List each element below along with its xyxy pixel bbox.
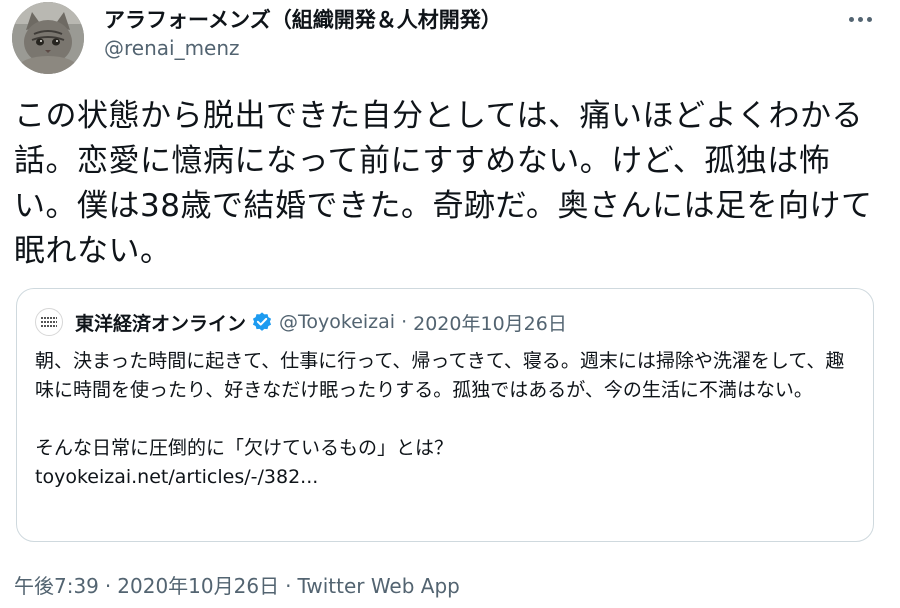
quoted-tweet-paragraph: そんな日常に圧倒的に「欠けているもの」とは？ bbox=[35, 437, 454, 459]
more-options-icon-dot bbox=[857, 16, 863, 22]
author-handle[interactable]: @renai_menz bbox=[104, 36, 240, 60]
quoted-account-name: 東洋経済オンライン bbox=[75, 312, 247, 335]
quoted-tweet-paragraph: 朝、決まった時間に起きて、仕事に行って、帰ってきて、寝る。週末には掃除や洗濯をし… bbox=[35, 350, 845, 401]
more-options-icon bbox=[848, 16, 854, 22]
quoted-separator: · bbox=[401, 311, 408, 333]
quoted-tweet-card[interactable]: 東洋経済オンライン @Toyokeizai · 2020年10月26日 朝、決ま… bbox=[16, 288, 874, 542]
tweet-metadata: 午後7:39 · 2020年10月26日 · Twitter Web App bbox=[14, 570, 460, 599]
tweet-time[interactable]: 午後7:39 bbox=[14, 574, 99, 598]
quoted-tweet-header: 東洋経済オンライン @Toyokeizai · 2020年10月26日 bbox=[35, 308, 567, 336]
quoted-tweet-body: 朝、決まった時間に起きて、仕事に行って、帰ってきて、寝る。週末には掃除や洗濯をし… bbox=[35, 347, 855, 492]
cat-photo-avatar bbox=[12, 2, 84, 74]
author-display-name[interactable]: アラフォーメンズ（組織開発＆人材開発） bbox=[104, 4, 502, 34]
quoted-tweet-date[interactable]: 2020年10月26日 bbox=[413, 309, 567, 336]
author-avatar[interactable] bbox=[12, 2, 84, 74]
quoted-tweet-link[interactable]: toyokeizai.net/articles/-/382... bbox=[35, 463, 855, 492]
quoted-account-avatar bbox=[35, 308, 63, 336]
meta-separator: · bbox=[285, 574, 292, 598]
verified-badge-icon bbox=[252, 312, 272, 331]
tweet-date[interactable]: 2020年10月26日 bbox=[117, 574, 279, 598]
more-options-button[interactable] bbox=[842, 4, 878, 34]
tweet-source-link[interactable]: Twitter Web App bbox=[297, 574, 459, 598]
more-options-icon-dot bbox=[866, 16, 872, 22]
quoted-account-handle: @Toyokeizai bbox=[279, 311, 396, 333]
meta-separator: · bbox=[104, 574, 112, 598]
tweet-text: この状態から脱出できた自分としては、痛いほどよくわかる話。恋愛に憶病になって前に… bbox=[14, 98, 873, 269]
